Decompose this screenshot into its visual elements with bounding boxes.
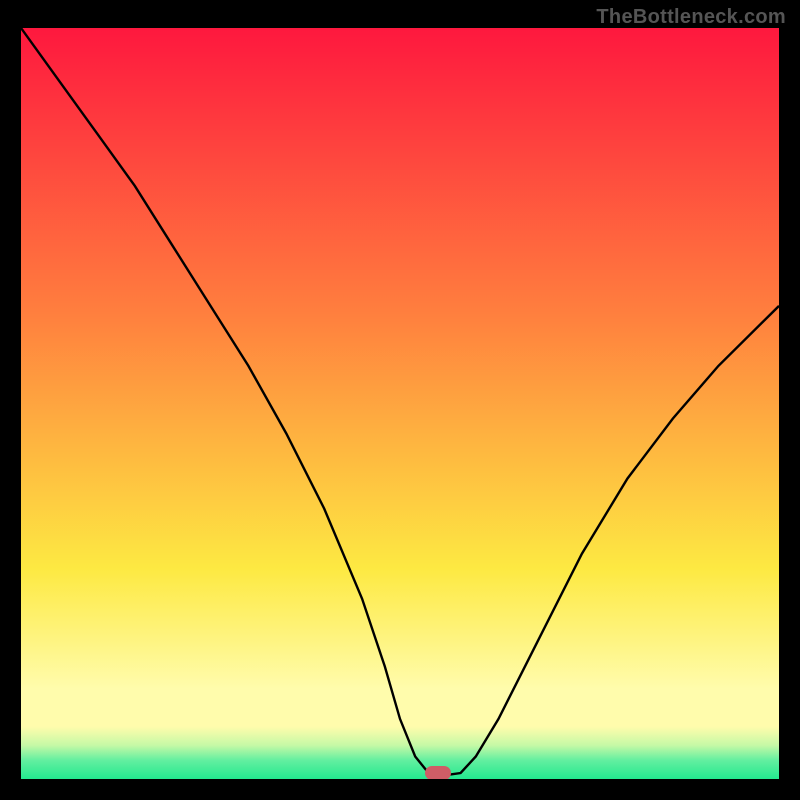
heat-background [21, 28, 779, 779]
current-config-marker [425, 766, 451, 779]
chart-frame: TheBottleneck.com [0, 0, 800, 800]
watermark-text: TheBottleneck.com [596, 6, 786, 29]
plot-area [21, 28, 779, 779]
chart-svg [21, 28, 779, 779]
